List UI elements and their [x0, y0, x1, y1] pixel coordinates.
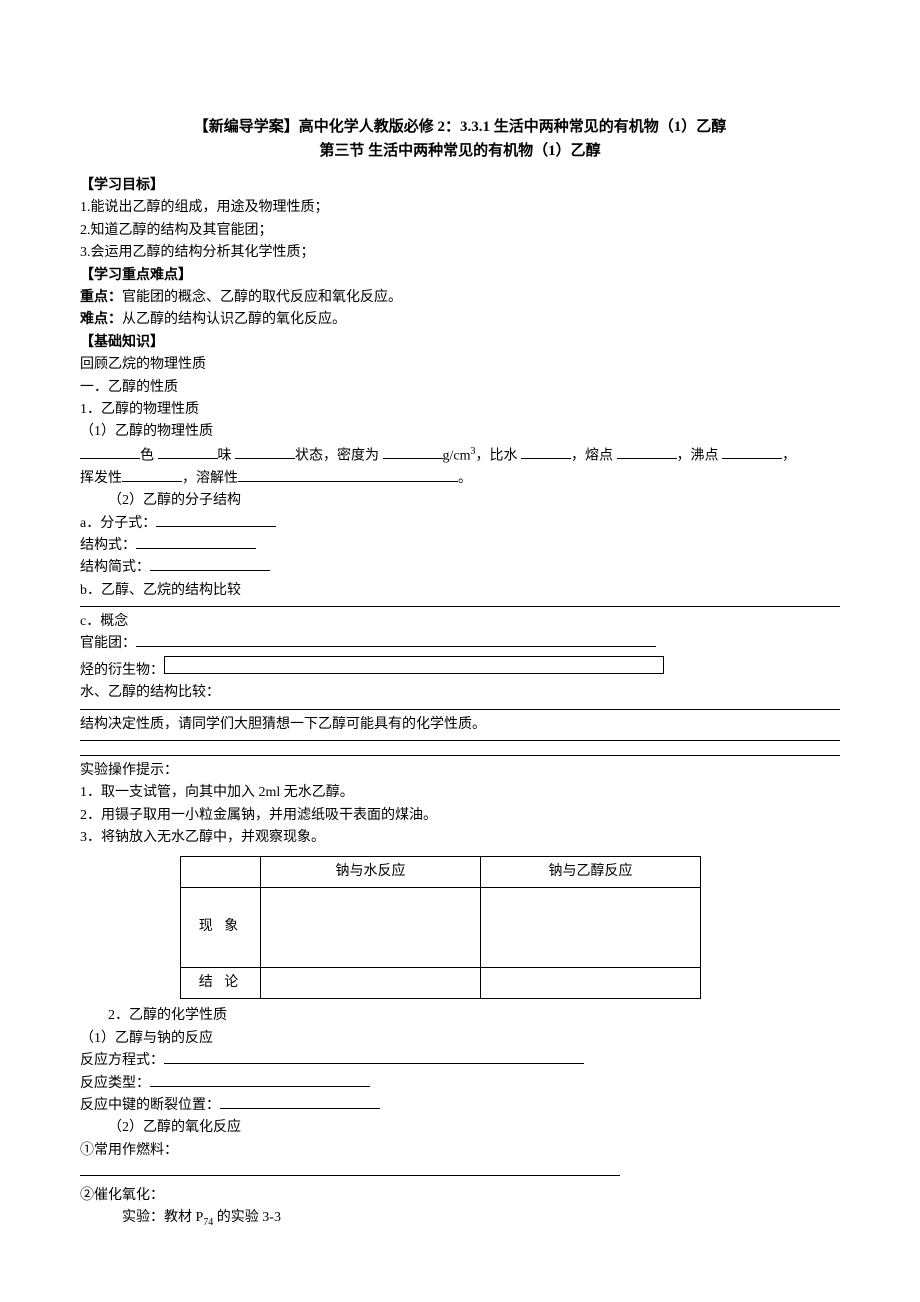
step-2: 2．用镊子取用一小粒金属钠，并用滤纸吸干表面的煤油。 — [80, 805, 840, 827]
sec1-1-1: （1）乙醇的物理性质 — [80, 421, 840, 443]
blank-density — [383, 445, 443, 459]
type-line: 反应类型： — [80, 1073, 840, 1095]
sec2: 2．乙醇的化学性质 — [80, 1005, 840, 1027]
label-taste: 味 — [218, 448, 232, 463]
label-cmpwater: ，比水 — [476, 448, 518, 463]
row-phenomenon-label: 现 象 — [181, 887, 261, 967]
th-ethanol: 钠与乙醇反应 — [481, 856, 701, 887]
r1: （1）乙醇与钠的反应 — [80, 1028, 840, 1050]
func-group-label: 官能团： — [80, 636, 136, 651]
derivative-label: 烃的衍生物： — [80, 663, 164, 678]
row-conclusion-label: 结 论 — [181, 967, 261, 998]
c-line: c．概念 — [80, 611, 840, 633]
blank-struct — [136, 535, 256, 549]
blank-cmpwater — [521, 445, 571, 459]
basics-head: 【基础知识】 — [80, 332, 840, 354]
label-volatile: 挥发性 — [80, 471, 122, 486]
focus-key: 重点：官能团的概念、乙醇的取代反应和氧化反应。 — [80, 287, 840, 309]
blank-volatile — [122, 468, 182, 482]
exp-ref-line: 实验：教材 P74 的实验 3-3 — [80, 1207, 840, 1231]
cell-phenomenon-water — [261, 887, 481, 967]
label-period: 。 — [458, 471, 472, 486]
struct-simple-label: 结构简式： — [80, 560, 150, 575]
struct-simple-line: 结构简式： — [80, 557, 840, 579]
blank-funcgroup — [136, 633, 656, 647]
step-3: 3．将钠放入无水乙醇中，并观察现象。 — [80, 827, 840, 849]
step-1: 1．取一支试管，向其中加入 2ml 无水乙醇。 — [80, 782, 840, 804]
blank-bp — [722, 445, 782, 459]
type-label: 反应类型： — [80, 1076, 150, 1091]
eq-label: 反应方程式： — [80, 1053, 164, 1068]
exp-ref-suffix: 的实验 3-3 — [213, 1210, 281, 1225]
label-comma: ， — [782, 448, 796, 463]
exp-ref-sub: 74 — [203, 1217, 213, 1228]
water-cmp-line: 水、乙醇的结构比较： — [80, 682, 840, 704]
func-group-line: 官能团： — [80, 633, 840, 655]
break-label: 反应中键的断裂位置： — [80, 1098, 220, 1113]
diff-text: 从乙醇的结构认识乙醇的氧化反应。 — [122, 312, 346, 327]
objectives-head: 【学习目标】 — [80, 175, 840, 197]
sec1: 一．乙醇的性质 — [80, 377, 840, 399]
experiment-table: 钠与水反应 钠与乙醇反应 现 象 结 论 — [180, 856, 701, 1000]
derivative-line: 烃的衍生物： — [80, 656, 840, 682]
focus-head: 【学习重点难点】 — [80, 265, 840, 287]
blank-eq — [164, 1050, 584, 1064]
objective-3: 3.会运用乙醇的结构分析其化学性质； — [80, 242, 840, 264]
sec1-1-2: （2）乙醇的分子结构 — [80, 490, 840, 512]
blank-mp — [617, 445, 677, 459]
cell-conclusion-water — [261, 967, 481, 998]
label-mp: ，熔点 — [571, 448, 613, 463]
title-line-1: 【新编导学案】高中化学人教版必修 2：3.3.1 生活中两种常见的有机物（1）乙… — [80, 115, 840, 139]
blank-struct-simple — [150, 557, 270, 571]
focus-diff: 难点：从乙醇的结构认识乙醇的氧化反应。 — [80, 309, 840, 331]
r2: （2）乙醇的氧化反应 — [80, 1117, 840, 1139]
exp-ref-prefix: 实验：教材 P — [122, 1210, 203, 1225]
divider-1 — [80, 606, 840, 607]
blank-molecular — [156, 513, 276, 527]
blank-sol — [238, 468, 458, 482]
objective-1: 1.能说出乙醇的组成，用途及物理性质； — [80, 197, 840, 219]
sec1-1: 1．乙醇的物理性质 — [80, 399, 840, 421]
blank-derivative-box — [164, 656, 664, 674]
cell-phenomenon-ethanol — [481, 887, 701, 967]
review-line: 回顾乙烷的物理性质 — [80, 354, 840, 376]
title-line-2: 第三节 生活中两种常见的有机物（1）乙醇 — [80, 139, 840, 163]
key-label: 重点： — [80, 290, 122, 305]
blank-state — [235, 445, 295, 459]
th-water: 钠与水反应 — [261, 856, 481, 887]
divider-2 — [80, 709, 840, 710]
fuel-line: ①常用作燃料： — [80, 1140, 840, 1162]
objective-2: 2.知道乙醇的结构及其官能团； — [80, 220, 840, 242]
blank-break — [220, 1095, 380, 1109]
guess-line: 结构决定性质，请同学们大胆猜想一下乙醇可能具有的化学性质。 — [80, 714, 840, 736]
diff-label: 难点： — [80, 312, 122, 327]
eq-line: 反应方程式： — [80, 1050, 840, 1072]
th-blank — [181, 856, 261, 887]
blank-fuel — [80, 1162, 620, 1176]
label-color: 色 — [140, 448, 154, 463]
a-label: a．分子式： — [80, 516, 156, 531]
blank-taste — [158, 445, 218, 459]
divider-3 — [80, 740, 840, 741]
label-unit: g/cm — [443, 448, 471, 463]
break-line: 反应中键的断裂位置： — [80, 1095, 840, 1117]
b-line: b．乙醇、乙烷的结构比较 — [80, 580, 840, 602]
phys-line1: 色 味 状态，密度为 g/cm3，比水 ，熔点 ，沸点 ， — [80, 444, 840, 468]
blank-color — [80, 445, 140, 459]
phys-line2: 挥发性 ，溶解性 。 — [80, 468, 840, 490]
blank-type — [150, 1073, 370, 1087]
a-line: a．分子式： — [80, 513, 840, 535]
label-state: 状态，密度为 — [295, 448, 379, 463]
tips-head: 实验操作提示： — [80, 760, 840, 782]
key-text: 官能团的概念、乙醇的取代反应和氧化反应。 — [122, 290, 402, 305]
label-bp: ，沸点 — [677, 448, 719, 463]
struct-formula-line: 结构式： — [80, 535, 840, 557]
cat-line: ②催化氧化： — [80, 1185, 840, 1207]
divider-4 — [80, 755, 840, 756]
struct-formula-label: 结构式： — [80, 538, 136, 553]
blank-fuel-line — [80, 1162, 840, 1184]
label-sol: ，溶解性 — [182, 471, 238, 486]
cell-conclusion-ethanol — [481, 967, 701, 998]
